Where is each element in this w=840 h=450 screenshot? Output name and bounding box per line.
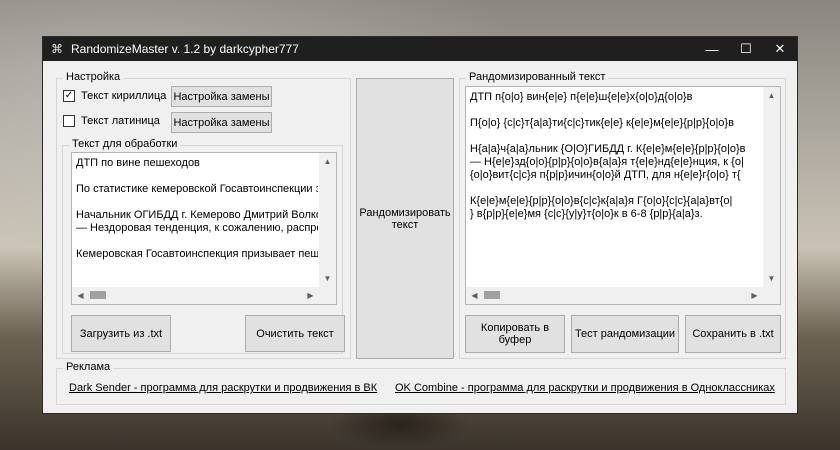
scroll-corner [319,287,336,304]
source-text-group-title: Текст для обработки [69,138,181,150]
clear-text-button[interactable]: Очистить текст [245,315,345,352]
cyrillic-label: Текст кириллица [81,90,167,102]
test-randomization-button[interactable]: Тест рандомизации [571,315,679,353]
ads-group: Реклама Dark Sender - программа для раск… [56,361,786,405]
cyrillic-checkbox[interactable]: ✓ [63,90,75,102]
result-group: Рандомизированный текст ДТП п{о|о} вин{е… [459,71,786,359]
ads-group-title: Реклама [63,361,114,373]
result-text-content: ДТП п{о|о} вин{е|е} п{е|е}ш{е|е}х{о|о}д{… [470,91,746,220]
scroll-right-icon[interactable]: ▶ [302,287,319,304]
source-text-group: Текст для обработки ДТП по вине пешеходо… [62,138,345,354]
scroll-left-icon[interactable]: ◀ [72,287,89,304]
source-text-area[interactable]: ДТП по вине пешеходов По статистике кеме… [71,152,337,305]
copy-to-clipboard-button[interactable]: Копировать в буфер [465,315,565,353]
source-horizontal-scrollbar[interactable]: ◀ ▶ [72,287,319,304]
scroll-up-icon[interactable]: ▲ [319,153,336,170]
minimize-button[interactable]: — [695,37,729,61]
result-group-title: Рандомизированный текст [466,71,609,83]
dark-sender-link[interactable]: Dark Sender - программа для раскрутки и … [69,382,377,394]
window-title: RandomizeMaster v. 1.2 by darkcypher777 [71,42,299,56]
scroll-down-icon[interactable]: ▼ [319,270,336,287]
app-window: ⌘ RandomizeMaster v. 1.2 by darkcypher77… [42,36,798,414]
result-scroll-thumb[interactable] [484,291,500,299]
app-icon: ⌘ [51,42,63,56]
source-scroll-thumb[interactable] [90,291,106,299]
cyrillic-checkbox-row[interactable]: ✓ Текст кириллица [63,90,166,102]
maximize-button[interactable]: ☐ [729,37,763,61]
scroll-right-icon[interactable]: ▶ [746,287,763,304]
result-vertical-scrollbar[interactable]: ▲ ▼ [763,87,780,287]
ok-combine-link[interactable]: OK Combine - программа для раскрутки и п… [395,382,775,394]
scroll-corner [763,287,780,304]
latin-checkbox-row[interactable]: Текст латиница [63,115,160,127]
latin-replace-settings-button[interactable]: Настройка замены [171,112,272,133]
result-text-area[interactable]: ДТП п{о|о} вин{е|е} п{е|е}ш{е|е}х{о|о}д{… [465,86,781,305]
source-vertical-scrollbar[interactable]: ▲ ▼ [319,153,336,287]
load-from-txt-button[interactable]: Загрузить из .txt [71,315,171,352]
cyrillic-replace-settings-button[interactable]: Настройка замены [171,86,272,107]
settings-group: Настройка ✓ Текст кириллица Настройка за… [56,71,351,359]
close-button[interactable]: ✕ [763,37,797,61]
settings-group-title: Настройка [63,71,124,83]
latin-checkbox[interactable] [63,115,75,127]
save-to-txt-button[interactable]: Сохранить в .txt [685,315,781,353]
scroll-up-icon[interactable]: ▲ [763,87,780,104]
result-horizontal-scrollbar[interactable]: ◀ ▶ [466,287,763,304]
scroll-down-icon[interactable]: ▼ [763,270,780,287]
latin-label: Текст латиница [81,115,160,127]
source-text-content: ДТП по вине пешеходов По статистике кеме… [76,157,318,260]
scroll-left-icon[interactable]: ◀ [466,287,483,304]
title-bar[interactable]: ⌘ RandomizeMaster v. 1.2 by darkcypher77… [43,37,797,61]
randomize-text-button[interactable]: Рандомизировать текст [356,78,454,359]
